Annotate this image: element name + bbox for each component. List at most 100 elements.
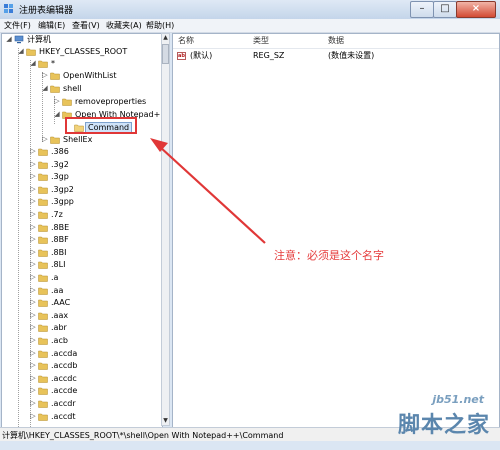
collapse-icon[interactable]: ◢: [5, 35, 13, 43]
collapse-icon[interactable]: ◢: [17, 47, 25, 55]
watermark: jb51.net 脚本之家: [382, 393, 494, 447]
tree-label: .8BI: [51, 247, 67, 257]
tree-label: removeproperties: [75, 97, 147, 106]
value-data: (数值未设置): [328, 51, 375, 60]
folder-icon: [50, 136, 60, 144]
tree-label: .3g2: [51, 159, 69, 169]
tree-scrollbar[interactable]: ▲ ▼: [161, 33, 170, 426]
tree-label: .7z: [51, 210, 63, 219]
folder-icon: [38, 186, 48, 194]
folder-icon: [38, 211, 48, 219]
tree-label: HKEY_CLASSES_ROOT: [39, 47, 128, 56]
column-header-data[interactable]: 数据: [328, 34, 344, 47]
registry-editor-window: 注册表编辑器 – □ × 文件(F) 编辑(E) 查看(V) 收藏夹(A) 帮助…: [0, 0, 500, 450]
folder-icon: [38, 325, 48, 333]
tree-label: .aax: [51, 310, 69, 320]
watermark-text: 脚本之家: [397, 413, 490, 438]
expand-icon[interactable]: ▷: [29, 210, 37, 218]
annotation-text: 注意：必须是这个名字: [274, 249, 384, 262]
expand-icon[interactable]: ▷: [29, 298, 37, 306]
expand-icon[interactable]: ▷: [29, 160, 37, 168]
expand-icon[interactable]: ▷: [29, 223, 37, 231]
tree-label: .3gp: [51, 172, 69, 182]
scroll-thumb[interactable]: [162, 44, 169, 64]
expand-icon[interactable]: ▷: [29, 273, 37, 281]
menu-view[interactable]: 查看(V): [72, 20, 100, 31]
column-header-type[interactable]: 类型: [253, 34, 269, 47]
folder-icon: [38, 337, 48, 345]
folder-icon: [38, 161, 48, 169]
folder-icon: [38, 375, 48, 383]
folder-icon: [38, 199, 48, 207]
column-header-name[interactable]: 名称: [178, 34, 194, 47]
tree-label: .accdc: [51, 373, 77, 383]
window-title: 注册表编辑器: [19, 6, 74, 16]
folder-icon: [38, 236, 48, 244]
expand-icon[interactable]: ▷: [29, 197, 37, 205]
status-path: 计算机\HKEY_CLASSES_ROOT\*\shell\Open With …: [2, 431, 284, 440]
values-pane[interactable]: 名称 类型 数据 ab (默认) REG_SZ (数值未设置): [172, 33, 500, 428]
expand-icon[interactable]: ▷: [29, 386, 37, 394]
expand-icon[interactable]: ▷: [29, 361, 37, 369]
menu-favorites[interactable]: 收藏夹(A): [106, 20, 142, 31]
expand-icon[interactable]: ▷: [29, 311, 37, 319]
tree-label: 计算机: [27, 35, 51, 44]
tree-label: ShellEx: [63, 135, 93, 144]
tree-label: .accdt: [51, 411, 76, 421]
collapse-icon[interactable]: ◢: [53, 110, 61, 118]
folder-icon: [38, 249, 48, 257]
collapse-icon[interactable]: ◢: [29, 59, 37, 67]
tree-label: .accde: [51, 386, 78, 396]
expand-icon[interactable]: ▷: [53, 97, 61, 105]
close-button[interactable]: ×: [456, 1, 496, 18]
expand-icon[interactable]: ▷: [29, 349, 37, 357]
expand-icon[interactable]: ▷: [29, 235, 37, 243]
menu-bar: 文件(F) 编辑(E) 查看(V) 收藏夹(A) 帮助(H): [0, 19, 500, 33]
tree-label: .a: [51, 273, 59, 282]
expand-icon[interactable]: ▷: [29, 336, 37, 344]
menu-help[interactable]: 帮助(H): [146, 20, 174, 31]
expand-icon[interactable]: ▷: [41, 135, 49, 143]
close-icon: ×: [471, 3, 481, 14]
expand-icon[interactable]: ▷: [29, 374, 37, 382]
highlight-box: [65, 117, 137, 134]
expand-icon[interactable]: ▷: [41, 71, 49, 79]
expand-icon[interactable]: ▷: [29, 260, 37, 268]
expand-icon[interactable]: ▷: [29, 323, 37, 331]
expand-icon[interactable]: ▷: [29, 399, 37, 407]
menu-edit[interactable]: 编辑(E): [38, 20, 65, 31]
collapse-icon[interactable]: ◢: [41, 84, 49, 92]
tree-label: .3gp2: [51, 184, 74, 194]
computer-icon: [14, 35, 24, 44]
folder-icon: [38, 388, 48, 396]
tree-label: shell: [63, 84, 82, 93]
folder-icon: [38, 362, 48, 370]
tree-label: *: [51, 59, 55, 68]
expand-icon[interactable]: ▷: [29, 286, 37, 294]
tree-label: OpenWithList: [63, 71, 117, 80]
value-name: (默认): [190, 51, 213, 60]
expand-icon[interactable]: ▷: [29, 248, 37, 256]
tree-label: .8BE: [51, 222, 70, 232]
tree-label: .accdb: [51, 361, 78, 371]
expand-icon[interactable]: ▷: [29, 147, 37, 155]
folder-icon: [38, 224, 48, 232]
folder-icon: [38, 350, 48, 358]
folder-icon: [38, 173, 48, 181]
scroll-up-icon[interactable]: ▲: [162, 34, 169, 42]
maximize-button[interactable]: □: [433, 1, 457, 18]
scroll-down-icon[interactable]: ▼: [162, 417, 169, 425]
menu-file[interactable]: 文件(F): [4, 20, 31, 31]
expand-icon[interactable]: ▷: [29, 412, 37, 420]
minimize-icon: –: [419, 3, 425, 14]
string-value-icon: ab: [177, 52, 186, 60]
folder-icon: [38, 287, 48, 295]
value-row[interactable]: ab (默认) REG_SZ (数值未设置): [173, 50, 499, 62]
folder-icon: [38, 148, 48, 156]
expand-icon[interactable]: ▷: [29, 172, 37, 180]
registry-tree[interactable]: ◢ 计算机 ◢ HKEY_CLASSES_ROOT ◢ * ▷ OpenWith…: [1, 33, 163, 428]
registry-editor-icon: [4, 4, 13, 13]
minimize-button[interactable]: –: [410, 1, 434, 18]
expand-icon[interactable]: ▷: [29, 185, 37, 193]
tree-label: .3gpp: [51, 197, 74, 207]
